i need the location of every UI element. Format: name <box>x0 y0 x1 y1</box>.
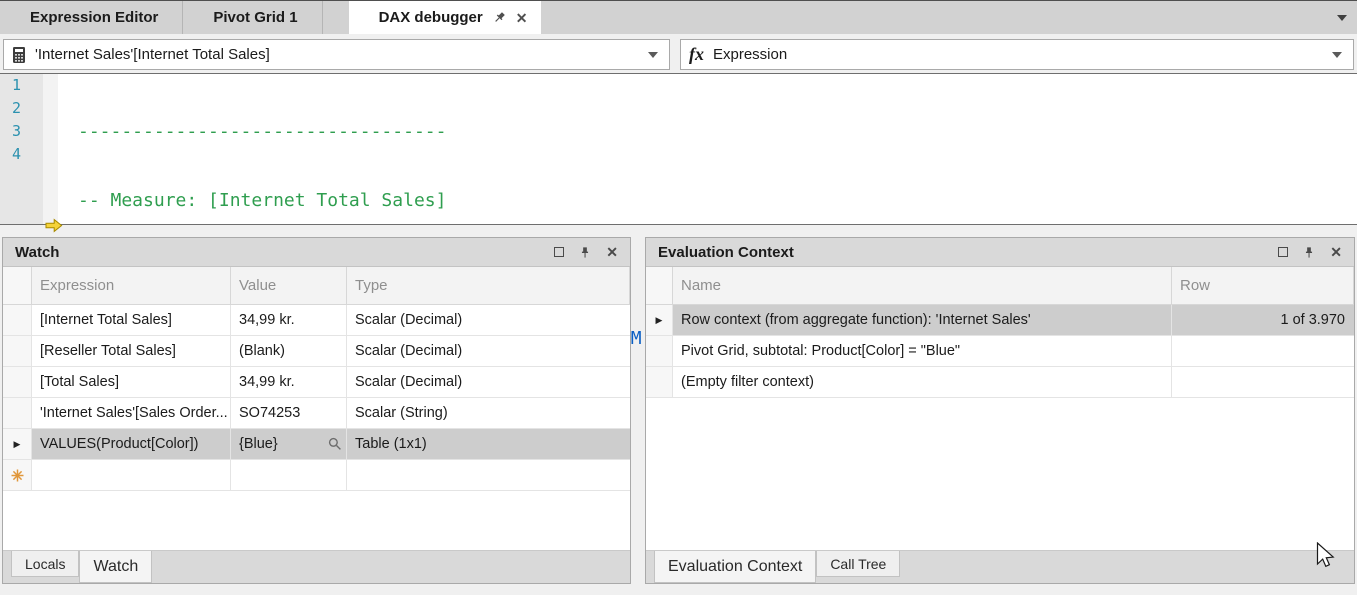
dax-code-editor[interactable]: 1 2 3 4 --------------------------------… <box>0 73 1357 225</box>
column-header-value[interactable]: Value <box>231 267 347 304</box>
close-icon[interactable]: ✕ <box>516 11 528 25</box>
line-number: 2 <box>12 97 21 120</box>
pin-icon[interactable] <box>493 11 506 24</box>
pin-icon[interactable] <box>579 246 591 259</box>
document-tab-bar: Expression Editor Pivot Grid 1 DAX debug… <box>0 1 1357 34</box>
context-row[interactable]: (Empty filter context) <box>646 367 1354 398</box>
column-header-expression[interactable]: Expression <box>32 267 231 304</box>
watch-grid-header: Expression Value Type <box>3 267 630 305</box>
doc-tab-label: Pivot Grid 1 <box>213 9 297 26</box>
pin-icon[interactable] <box>1303 246 1315 259</box>
editor-indicator-margin <box>43 74 58 224</box>
watch-row-selected[interactable]: ▶ VALUES(Product[Color]) {Blue} Table (1… <box>3 429 630 460</box>
close-icon[interactable]: ✕ <box>606 245 618 259</box>
calculator-icon <box>12 46 26 64</box>
new-row-star-icon <box>11 469 24 482</box>
doc-tab-pivot-grid-1[interactable]: Pivot Grid 1 <box>183 1 322 34</box>
doc-tab-dax-debugger[interactable]: DAX debugger ✕ <box>349 1 542 34</box>
watch-row[interactable]: 'Internet Sales'[Sales Order... SO74253 … <box>3 398 630 429</box>
doc-tab-label: DAX debugger <box>379 9 483 26</box>
watch-new-row[interactable] <box>3 460 630 491</box>
magnifier-icon[interactable] <box>328 437 342 451</box>
close-icon[interactable]: ✕ <box>1330 245 1342 259</box>
line-number: 4 <box>12 143 21 166</box>
panel-title: Evaluation Context <box>658 244 794 261</box>
code-comment: ---------------------------------- <box>78 121 446 142</box>
current-statement-arrow-icon <box>45 218 63 238</box>
header-gutter <box>3 267 32 304</box>
row-position: 1 of 3.970 <box>1172 305 1354 335</box>
measure-combobox-value: 'Internet Sales'[Internet Total Sales] <box>35 46 270 63</box>
current-row-indicator-icon: ▶ <box>14 439 21 450</box>
line-numbers: 1 2 3 4 <box>0 74 21 166</box>
fx-icon: fx <box>689 44 704 65</box>
context-row-selected[interactable]: ▶ Row context (from aggregate function):… <box>646 305 1354 336</box>
column-header-row[interactable]: Row <box>1172 267 1354 304</box>
watch-grid: Expression Value Type [Internet Total Sa… <box>3 267 630 491</box>
maximize-icon[interactable] <box>1278 247 1288 257</box>
tab-evaluation-context[interactable]: Evaluation Context <box>654 551 816 583</box>
line-number: 3 <box>12 120 21 143</box>
maximize-icon[interactable] <box>554 247 564 257</box>
chevron-down-icon[interactable] <box>648 52 658 58</box>
header-gutter <box>646 267 673 304</box>
context-grid: Name Row ▶ Row context (from aggregate f… <box>646 267 1354 398</box>
current-row-indicator-icon: ▶ <box>656 315 663 326</box>
code-comment: -- Measure: [Internet Total Sales] <box>78 190 446 211</box>
context-grid-header: Name Row <box>646 267 1354 305</box>
measure-combobox[interactable]: 'Internet Sales'[Internet Total Sales] <box>3 39 670 70</box>
context-row[interactable]: Pivot Grid, subtotal: Product[Color] = "… <box>646 336 1354 367</box>
line-number: 1 <box>12 74 21 97</box>
watch-panel-header: Watch ✕ <box>3 238 630 267</box>
evaluation-context-panel-header: Evaluation Context ✕ <box>646 238 1354 267</box>
watch-row[interactable]: [Reseller Total Sales] (Blank) Scalar (D… <box>3 336 630 367</box>
watch-panel-tab-strip: Locals Watch <box>3 550 630 583</box>
tab-watch[interactable]: Watch <box>79 551 152 583</box>
chevron-down-icon[interactable] <box>1332 52 1342 58</box>
expression-combobox-value: Expression <box>713 46 787 63</box>
column-header-name[interactable]: Name <box>673 267 1172 304</box>
tab-list-dropdown-icon[interactable] <box>1337 15 1347 21</box>
column-header-type[interactable]: Type <box>347 267 630 304</box>
watch-panel: Watch ✕ Expression Value Type [Internet … <box>2 237 631 584</box>
doc-tab-label: Expression Editor <box>30 9 158 26</box>
context-panel-tab-strip: Evaluation Context Call Tree <box>646 550 1354 583</box>
expression-combobox[interactable]: fx Expression <box>680 39 1354 70</box>
doc-tab-expression-editor[interactable]: Expression Editor <box>0 1 183 34</box>
tab-call-tree[interactable]: Call Tree <box>816 551 900 577</box>
watch-row[interactable]: [Total Sales] 34,99 kr. Scalar (Decimal) <box>3 367 630 398</box>
watch-row[interactable]: [Internet Total Sales] 34,99 kr. Scalar … <box>3 305 630 336</box>
panel-title: Watch <box>15 244 59 261</box>
debugger-toolbar: 'Internet Sales'[Internet Total Sales] f… <box>0 34 1357 73</box>
evaluation-context-panel: Evaluation Context ✕ Name Row ▶ Row cont… <box>645 237 1355 584</box>
tab-locals[interactable]: Locals <box>11 551 79 577</box>
